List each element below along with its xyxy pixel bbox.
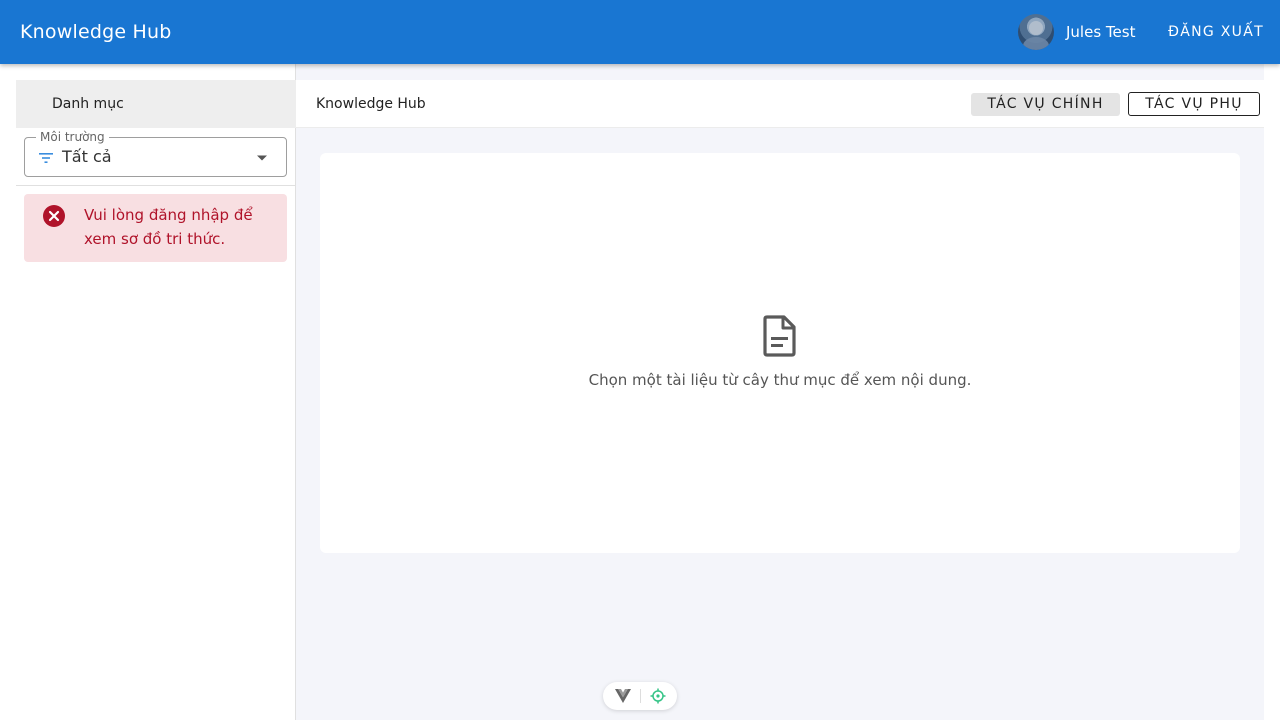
filter-icon xyxy=(39,153,53,163)
user-avatar[interactable] xyxy=(1018,14,1054,50)
alert-message: Vui lòng đăng nhập để xem sơ đồ tri thức… xyxy=(84,206,253,248)
user-name: Jules Test xyxy=(1066,23,1136,41)
environment-select-label: Môi trường xyxy=(36,130,109,144)
document-viewer-card: Chọn một tài liệu từ cây thư mục để xem … xyxy=(320,153,1240,553)
app-bar: Knowledge Hub Jules Test ĐĂNG XUẤT xyxy=(0,0,1280,64)
breadcrumb: Knowledge Hub xyxy=(316,96,426,112)
error-circle-icon xyxy=(43,205,65,227)
environment-select[interactable]: Môi trường Tất cả xyxy=(24,130,287,177)
sidebar-header: Danh mục xyxy=(16,80,296,128)
vue-logo-icon[interactable] xyxy=(615,689,631,703)
empty-state-message: Chọn một tài liệu từ cây thư mục để xem … xyxy=(588,371,972,389)
primary-action-button[interactable]: TÁC VỤ CHÍNH xyxy=(971,93,1120,116)
crosshair-target-icon[interactable] xyxy=(650,688,666,704)
main-toolbar: Knowledge Hub TÁC VỤ CHÍNH TÁC VỤ PHỤ xyxy=(296,80,1264,128)
environment-select-value: Tất cả xyxy=(62,147,112,166)
app-title: Knowledge Hub xyxy=(20,21,172,43)
main-content: Knowledge Hub TÁC VỤ CHÍNH TÁC VỤ PHỤ Ch… xyxy=(296,64,1264,720)
devtools-toolbar xyxy=(603,682,677,710)
secondary-action-button[interactable]: TÁC VỤ PHỤ xyxy=(1128,92,1260,116)
logout-button[interactable]: ĐĂNG XUẤT xyxy=(1158,16,1274,48)
sidebar-divider xyxy=(16,185,296,186)
sidebar: Danh mục Môi trường Tất cả Vui lòng đăng… xyxy=(0,64,296,720)
devtools-divider xyxy=(640,689,641,703)
login-required-alert: Vui lòng đăng nhập để xem sơ đồ tri thức… xyxy=(24,194,287,262)
caret-down-icon xyxy=(257,155,267,161)
sidebar-title: Danh mục xyxy=(52,96,124,112)
document-icon xyxy=(763,315,796,357)
